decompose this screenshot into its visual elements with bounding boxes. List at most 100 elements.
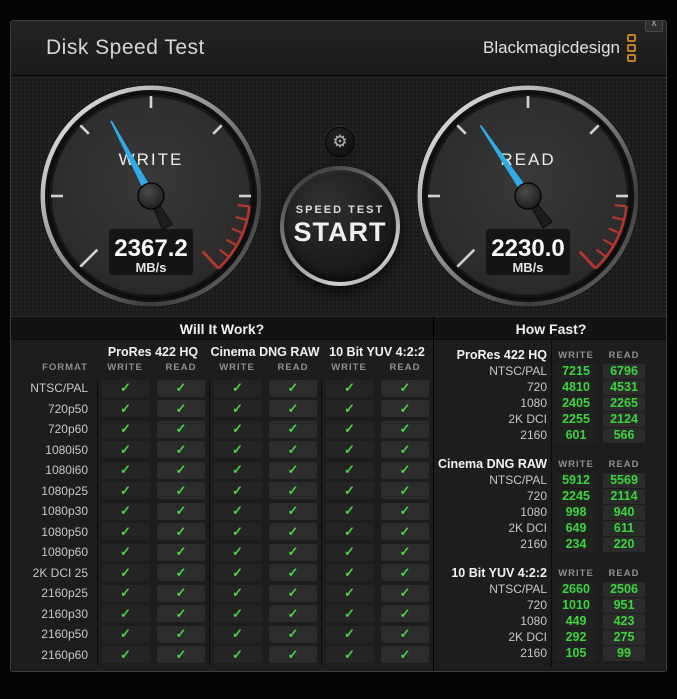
check-icon: ✓ (325, 523, 374, 541)
write-speed-value: 5912 (555, 472, 597, 488)
speed-row: NTSC/PAL 5912 5569 (434, 472, 666, 488)
capability-cell: ✓ (377, 378, 433, 399)
resolution-label: NTSC/PAL (489, 582, 547, 596)
read-speed-value: 940 (603, 504, 645, 520)
check-icon: ✓ (157, 420, 205, 438)
speed-section: 10 Bit YUV 4:2:2 WRITE READ NTSC/PAL 2660 250… (434, 565, 666, 661)
capability-cell: ✓ (377, 645, 433, 666)
read-cell: 951 (603, 597, 645, 613)
speed-row: 720 1010 951 (434, 597, 666, 613)
start-button[interactable]: SPEED TEST START (280, 166, 400, 286)
format-label: 2160p25 (41, 586, 88, 600)
screen: x Disk Speed Test Blackmagicdesign WRITE… (0, 0, 677, 699)
check-icon: ✓ (325, 543, 374, 561)
speed-column-header: READ (608, 349, 640, 361)
capability-cell: ✓ (377, 481, 433, 502)
check-icon: ✓ (325, 400, 374, 418)
check-icon: ✓ (157, 523, 205, 541)
capability-cell: ✓ (265, 583, 321, 604)
capability-cell: ✓ (153, 481, 209, 502)
capability-cell: ✓ (97, 378, 153, 399)
check-icon: ✓ (325, 379, 374, 397)
resolution-label: 2160 (520, 646, 547, 660)
capability-cell: ✓ (209, 583, 265, 604)
check-icon: ✓ (157, 379, 205, 397)
check-icon: ✓ (381, 543, 429, 561)
resolution-label: 2160 (520, 428, 547, 442)
format-row: 1080p60 ✓ ✓ ✓ ✓ ✓ ✓ (11, 542, 433, 563)
capability-cell: ✓ (377, 460, 433, 481)
write-cell: 105 (555, 645, 597, 661)
check-column-header: READ (389, 362, 421, 373)
capability-cell: ✓ (321, 501, 377, 522)
read-cell: 220 (603, 536, 645, 552)
capability-cell: ✓ (153, 378, 209, 399)
write-speed-value: 2660 (555, 581, 597, 597)
format-row: 1080p25 ✓ ✓ ✓ ✓ ✓ ✓ (11, 480, 433, 502)
read-speed-value: 2265 (603, 395, 645, 411)
read-speed-value: 611 (603, 520, 645, 536)
will-it-work-panel: Will It Work? ProRes 422 HQ Cinema DNG RA… (11, 316, 433, 671)
capability-cell: ✓ (377, 542, 433, 563)
capability-cell: ✓ (321, 378, 377, 399)
check-icon: ✓ (269, 646, 317, 664)
format-row: 2160p50 ✓ ✓ ✓ ✓ ✓ ✓ (11, 624, 433, 645)
check-icon: ✓ (157, 543, 205, 561)
check-icon: ✓ (101, 441, 150, 459)
resolution-label: 1080 (520, 505, 547, 519)
start-button-subtitle: SPEED TEST (295, 204, 385, 216)
format-label: 1080p25 (41, 483, 88, 498)
check-icon: ✓ (101, 543, 150, 561)
write-cell: 601 (555, 427, 597, 443)
format-row: 720p60 ✓ ✓ ✓ ✓ ✓ ✓ (11, 419, 433, 440)
read-cell: 99 (603, 645, 645, 661)
capability-cell: ✓ (97, 419, 153, 440)
how-fast-panel: How Fast? ProRes 422 HQ WRITE READ NTSC/PAL… (433, 316, 666, 671)
read-gauge: READ 2230.0 MB/s (415, 83, 641, 309)
read-speed-value: 951 (603, 597, 645, 613)
write-speed-value: 1010 (555, 597, 597, 613)
format-label: 1080p60 (41, 545, 88, 559)
format-column-header: FORMAT (42, 362, 88, 373)
capability-cell: ✓ (153, 542, 209, 563)
speed-column-header: WRITE (558, 567, 594, 579)
close-icon[interactable]: x (645, 21, 663, 32)
capability-cell: ✓ (377, 563, 433, 584)
blackmagic-logo: Blackmagicdesign (483, 34, 636, 62)
speed-row: 2K DCI 2255 2124 (434, 411, 666, 427)
write-cell: 449 (555, 613, 597, 629)
capability-cell: ✓ (321, 398, 377, 419)
capability-cell: ✓ (321, 644, 377, 665)
check-icon: ✓ (213, 625, 262, 643)
format-label: 2K DCI 25 (32, 565, 88, 580)
write-speed-value: 292 (555, 629, 597, 645)
check-icon: ✓ (213, 543, 262, 561)
format-row: 1080i50 ✓ ✓ ✓ ✓ ✓ ✓ (11, 439, 433, 460)
format-row: 2160p60 ✓ ✓ ✓ ✓ ✓ ✓ (11, 644, 433, 666)
resolution-label: 2K DCI (508, 521, 547, 535)
capability-cell: ✓ (97, 562, 153, 583)
check-icon: ✓ (213, 584, 262, 602)
read-speed-value: 220 (603, 536, 645, 552)
write-cell: 4810 (555, 379, 597, 395)
check-icon: ✓ (157, 482, 205, 500)
read-speed-value: 2124 (603, 411, 645, 427)
check-icon: ✓ (381, 461, 429, 479)
speed-column-header: WRITE (558, 458, 594, 470)
gauge-deck: WRITE 2367.2 MB/s READ 2230.0 MB/s ⚙ SPE… (11, 76, 666, 316)
write-speed-value: 649 (555, 520, 597, 536)
resolution-label: NTSC/PAL (489, 473, 547, 487)
check-icon: ✓ (157, 461, 205, 479)
codec-group-label: 10 Bit YUV 4:2:2 (329, 345, 425, 359)
read-cell: 5569 (603, 472, 645, 488)
capability-cell: ✓ (377, 624, 433, 645)
check-icon: ✓ (325, 420, 374, 438)
capability-cell: ✓ (97, 501, 153, 522)
capability-cell: ✓ (265, 399, 321, 420)
capability-cell: ✓ (97, 542, 153, 563)
capability-cell: ✓ (377, 604, 433, 625)
check-icon: ✓ (101, 400, 150, 418)
speed-table: ProRes 422 HQ WRITE READ NTSC/PAL 7215 6796 72… (434, 340, 666, 671)
start-button-label: START (293, 217, 387, 247)
settings-gear-icon[interactable]: ⚙ (325, 127, 355, 157)
